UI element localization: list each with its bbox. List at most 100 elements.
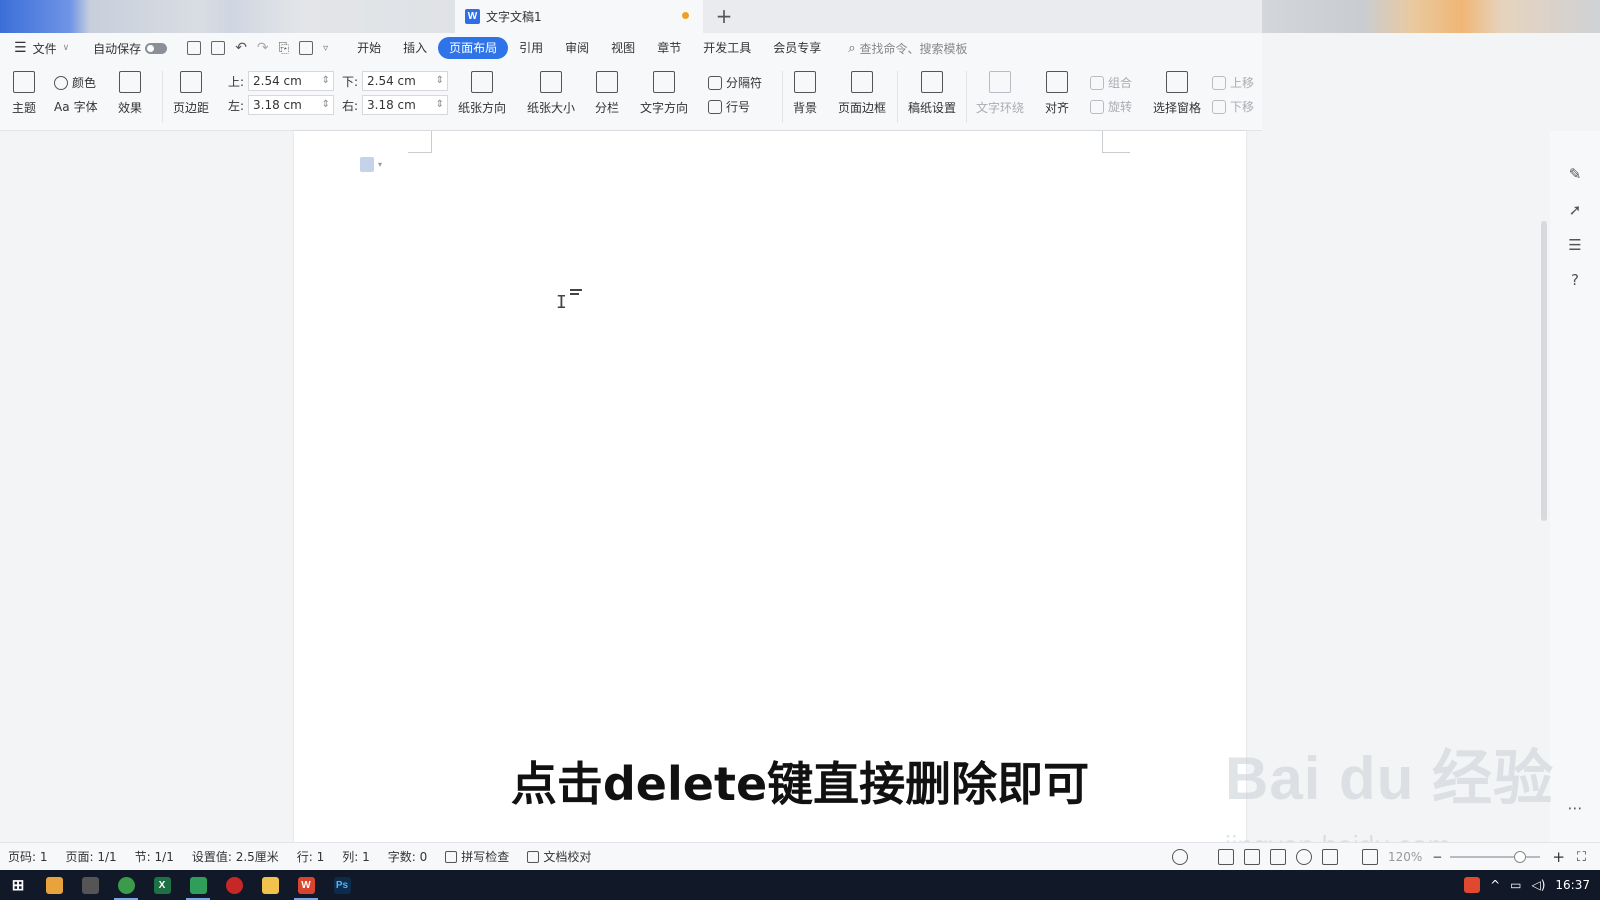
command-search[interactable]: ⌕ 查找命令、搜索模板	[848, 40, 967, 57]
undo-icon[interactable]: ↶	[235, 40, 247, 56]
document-page[interactable]	[294, 131, 1246, 842]
window-controls-area[interactable]	[1262, 0, 1600, 33]
tab-references[interactable]: 引用	[508, 37, 554, 59]
background-button[interactable]: 背景	[793, 63, 817, 116]
text-direction-button[interactable]: 文字方向	[640, 63, 688, 116]
align-button[interactable]: 对齐	[1045, 63, 1069, 116]
taskbar-app-explorer[interactable]	[252, 870, 288, 900]
selection-pane-button[interactable]: 选择窗格	[1153, 63, 1201, 116]
taskbar-app-chrome[interactable]	[108, 870, 144, 900]
top-margin-label: 上:	[228, 74, 245, 89]
print-preview-icon[interactable]	[211, 41, 226, 55]
tab-member[interactable]: 会员专享	[762, 37, 832, 59]
doc-proof-label: 文档校对	[543, 850, 592, 864]
taskbar-app-media[interactable]	[36, 870, 72, 900]
taskbar-app-recorder[interactable]	[216, 870, 252, 900]
rotate-button[interactable]: 旋转	[1090, 98, 1132, 115]
pen-icon[interactable]: ✎	[1566, 165, 1584, 183]
spell-check-button[interactable]: 拼写检查	[445, 848, 509, 865]
help-icon[interactable]: ?	[1566, 271, 1584, 289]
fullscreen-icon[interactable]: ⛶	[1577, 850, 1586, 865]
status-word-count[interactable]: 字数: 0	[388, 848, 428, 865]
page-border-button[interactable]: 页面边框	[838, 63, 886, 116]
windows-start-button[interactable]: ⊞	[0, 870, 36, 900]
other-tabs-area[interactable]	[0, 0, 455, 33]
format-painter-icon[interactable]: ⎘	[279, 41, 289, 56]
line-numbers-button[interactable]: 行号	[708, 98, 750, 115]
font-button[interactable]: Aa 字体	[54, 98, 98, 115]
save-icon[interactable]	[187, 41, 202, 55]
zoom-slider[interactable]	[1450, 851, 1541, 863]
status-pages[interactable]: 页面: 1/1	[66, 848, 117, 865]
top-margin-input[interactable]: 2.54 cm	[248, 71, 334, 91]
taskbar-app-excel[interactable]: X	[144, 870, 180, 900]
color-button[interactable]: 颜色	[54, 74, 96, 91]
bottom-margin-label: 下:	[342, 74, 359, 89]
eye-protection-icon[interactable]	[1171, 849, 1188, 865]
paper-size-label: 纸张大小	[527, 101, 576, 115]
status-section[interactable]: 节: 1/1	[135, 848, 174, 865]
tab-view[interactable]: 视图	[600, 37, 646, 59]
print-icon[interactable]	[299, 41, 314, 55]
sliders-icon[interactable]: ☰	[1566, 236, 1584, 254]
volume-icon[interactable]: ◁)	[1531, 878, 1545, 892]
page-view-icon[interactable]	[1217, 849, 1234, 865]
status-setting[interactable]: 设置值: 2.5厘米	[192, 848, 279, 865]
orientation-button[interactable]: 纸张方向	[458, 63, 506, 116]
theme-label: 主题	[12, 101, 37, 115]
taskbar-app-sheets[interactable]	[180, 870, 216, 900]
left-margin-input[interactable]: 3.18 cm	[248, 95, 334, 115]
breaks-button[interactable]: 分隔符	[708, 74, 762, 91]
customize-chevron-icon[interactable]: ▿	[323, 43, 328, 54]
text-wrap-button[interactable]: 文字环绕	[976, 63, 1024, 116]
tab-developer[interactable]: 开发工具	[692, 37, 762, 59]
redo-icon[interactable]: ↷	[257, 40, 269, 56]
tab-chapter[interactable]: 章节	[646, 37, 692, 59]
clock[interactable]: 16:37	[1555, 878, 1590, 892]
status-page-number[interactable]: 页码: 1	[8, 848, 48, 865]
right-margin-input[interactable]: 3.18 cm	[362, 95, 448, 115]
zoom-in-icon[interactable]: +	[1552, 848, 1565, 866]
zoom-out-icon[interactable]: −	[1432, 850, 1442, 864]
send-backward-icon	[1212, 99, 1226, 114]
network-icon[interactable]: ▭	[1510, 878, 1521, 892]
web-view-icon[interactable]	[1295, 849, 1312, 865]
group-button[interactable]: 组合	[1090, 74, 1132, 91]
send-backward-button[interactable]: 下移	[1212, 98, 1254, 115]
tab-insert[interactable]: 插入	[392, 37, 438, 59]
paper-size-button[interactable]: 纸张大小	[527, 63, 575, 116]
sogou-ime-icon[interactable]	[1464, 877, 1481, 893]
chevron-down-icon[interactable]: ▾	[378, 160, 382, 169]
new-tab-button[interactable]: +	[712, 4, 736, 28]
status-column[interactable]: 列: 1	[342, 848, 370, 865]
status-row[interactable]: 行: 1	[297, 848, 325, 865]
outline-view-icon[interactable]	[1243, 849, 1260, 865]
bottom-margin-input[interactable]: 2.54 cm	[362, 71, 448, 91]
scroll-thumb[interactable]	[1541, 221, 1547, 521]
taskbar-app-video[interactable]	[72, 870, 108, 900]
pointer-icon[interactable]: ➚	[1566, 201, 1584, 219]
bring-forward-button[interactable]: 上移	[1212, 74, 1254, 91]
tray-chevron-up-icon[interactable]: ^	[1490, 878, 1500, 892]
page-options-icon[interactable]	[360, 157, 374, 172]
tab-page-layout[interactable]: 页面布局	[438, 37, 509, 59]
taskbar-app-wps[interactable]: W	[288, 870, 324, 900]
taskbar-app-photoshop[interactable]: Ps	[324, 870, 360, 900]
write-mode-icon[interactable]	[1321, 849, 1338, 865]
autosave-toggle[interactable]: 自动保存	[93, 37, 168, 59]
reading-view-icon[interactable]	[1269, 849, 1286, 865]
tab-review[interactable]: 审阅	[554, 37, 600, 59]
tab-home[interactable]: 开始	[346, 37, 392, 59]
chrome-icon	[117, 876, 135, 894]
zoom-level[interactable]: 120%	[1388, 850, 1422, 864]
effects-button[interactable]: 效果	[118, 63, 142, 116]
theme-button[interactable]: 主题	[12, 63, 36, 116]
document-tab[interactable]: W 文字文稿1	[455, 0, 703, 33]
file-menu-button[interactable]: ☰ 文件 ∨	[14, 37, 69, 59]
margins-button[interactable]: 页边距	[173, 63, 209, 116]
left-margin-label: 左:	[228, 98, 245, 113]
fit-width-icon[interactable]	[1361, 849, 1378, 865]
draft-paper-button[interactable]: 稿纸设置	[908, 63, 956, 116]
doc-proof-button[interactable]: 文档校对	[527, 848, 591, 865]
columns-button[interactable]: 分栏	[595, 63, 619, 116]
